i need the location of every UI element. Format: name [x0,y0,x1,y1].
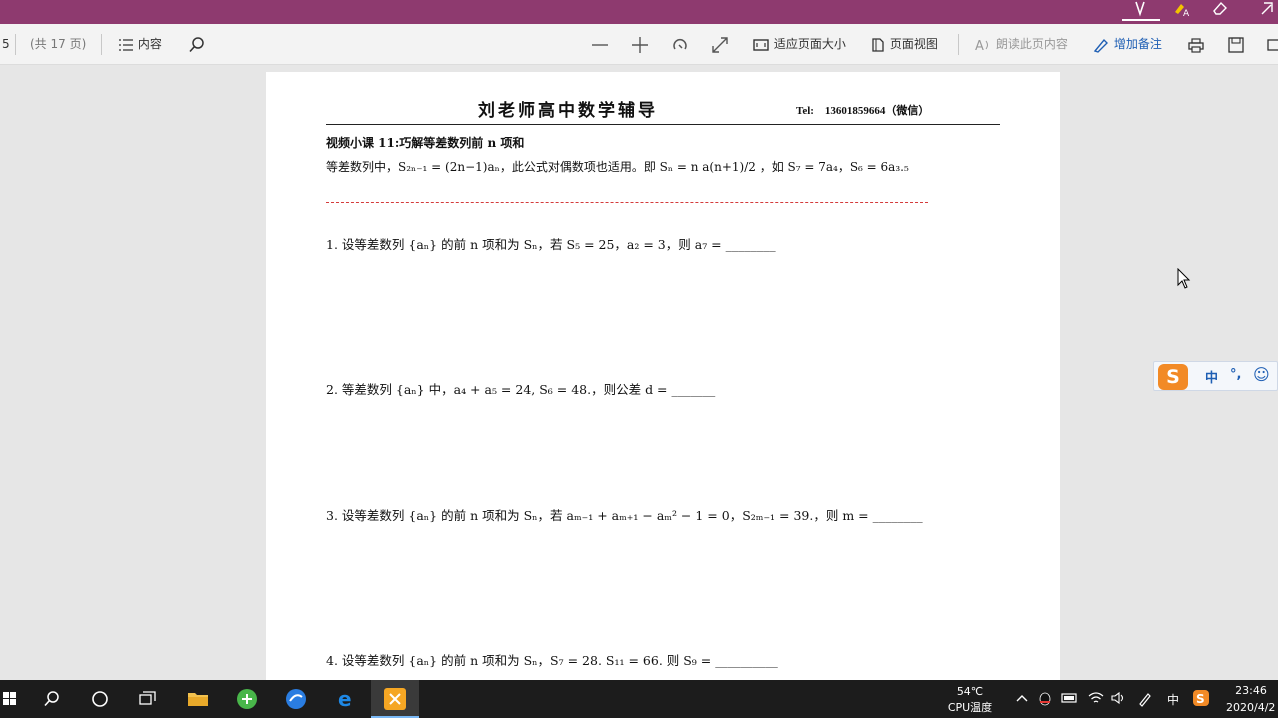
formula-line: 等差数列中，S₂ₙ₋₁ = (2n−1)aₙ，此公式对偶数项也适用。即 Sₙ =… [326,160,909,174]
save-button[interactable] [1227,24,1245,65]
input-language-indicator[interactable]: 中 [1167,691,1179,708]
contents-label: 内容 [137,37,162,51]
task-view-icon[interactable] [124,680,172,718]
svg-text:e: e [338,688,352,710]
zoom-in-button[interactable] [630,24,650,65]
chevron-up-icon[interactable] [1015,691,1029,708]
reader-toolbar: 5 (共 17 页) 内容 适应页面大小 页面视图 A 朗读此页内容 增加备注 [0,24,1278,65]
cortana-icon[interactable] [76,680,124,718]
mouse-cursor-icon [1177,267,1191,294]
list-icon [118,37,134,51]
pen-icon[interactable] [1128,0,1152,20]
svg-text:A: A [975,39,984,53]
document-tel: Tel: 13601859664（微信） [796,105,930,117]
current-page-number[interactable]: 5 [2,24,10,65]
header-rule [326,124,1000,125]
ime-toolbar[interactable]: S 中 °, ☺ [1153,361,1278,391]
ime-punctuation-toggle[interactable]: °, [1230,367,1241,382]
ime-mode-toggle[interactable]: 中 [1205,367,1218,386]
fit-page-label: 适应页面大小 [773,37,846,51]
fullscreen-button[interactable] [710,24,730,65]
clock-time[interactable]: 23:46 [1224,684,1278,698]
page-view-icon [870,37,886,52]
battery-icon[interactable] [1061,691,1079,708]
eraser-icon[interactable] [1208,0,1232,20]
clock-date[interactable]: 2020/4/2 [1226,701,1278,715]
pen-note-icon [1092,37,1110,53]
print-button[interactable] [1187,24,1205,65]
green-app-icon[interactable] [223,680,271,718]
problem-2: 2. 等差数列 {aₙ} 中，a₄ + a₅ = 24, S₆ = 48.，则公… [326,382,716,397]
orange-app-icon[interactable] [371,680,419,718]
more-button[interactable] [1266,24,1278,65]
document-viewport[interactable]: 刘老师高中数学辅导 Tel: 13601859664（微信） 视频小课 11:巧… [0,65,1278,680]
file-explorer-icon[interactable] [174,680,222,718]
sogou-tray-icon[interactable]: S [1192,689,1210,710]
problem-3: 3. 设等差数列 {aₙ} 的前 n 项和为 Sₙ，若 aₘ₋₁ + aₘ₊₁ … [326,508,923,523]
zoom-out-button[interactable] [590,24,610,65]
read-aloud-button[interactable]: A 朗读此页内容 [974,24,1068,65]
plus-icon [630,36,650,53]
edge-icon[interactable]: e [322,680,370,718]
title-bar: A [0,0,1278,24]
minus-icon [590,37,610,51]
sogou-logo-icon[interactable]: S [1158,364,1188,390]
toolbar-divider [958,34,959,55]
fit-page-icon [752,37,770,51]
document-page: 刘老师高中数学辅导 Tel: 13601859664（微信） 视频小课 11:巧… [266,72,1060,680]
blue-app-icon[interactable] [272,680,320,718]
toolbar-divider [15,34,16,55]
lesson-title: 视频小课 11:巧解等差数列前 n 项和 [326,136,525,150]
page-view-button[interactable]: 页面视图 [870,24,938,65]
page-count: (共 17 页) [30,37,87,51]
toolbar-divider [101,34,102,55]
wifi-icon[interactable] [1087,691,1105,708]
cpu-temperature: 54℃ [956,685,984,698]
problem-4: 4. 设等差数列 {aₙ} 的前 n 项和为 Sₙ，S₇ = 28. S₁₁ =… [326,653,778,668]
fit-page-button[interactable]: 适应页面大小 [752,24,846,65]
svg-text:S: S [1196,692,1205,706]
expand-icon [710,36,730,53]
page-view-label: 页面视图 [889,37,938,51]
more-icon [1266,37,1278,51]
contents-button[interactable]: 内容 [118,24,162,65]
rotate-button[interactable] [670,24,690,65]
printer-icon [1187,37,1205,53]
qq-icon[interactable] [1037,691,1053,710]
read-aloud-label: 朗读此页内容 [995,37,1068,51]
dashed-divider [326,202,928,203]
save-icon [1227,36,1245,53]
add-notes-label: 增加备注 [1113,37,1162,51]
highlight-icon[interactable]: A [1170,0,1194,20]
add-notes-button[interactable]: 增加备注 [1092,24,1162,65]
cpu-temperature-label: CPU温度 [947,701,993,714]
search-icon[interactable] [28,680,76,718]
pen-workspace-icon[interactable] [1137,691,1153,710]
read-aloud-icon: A [974,37,992,54]
taskbar: e 54℃ CPU温度 中 S 23:46 2020/4/2 [0,680,1278,718]
document-title: 刘老师高中数学辅导 [478,101,658,121]
volume-icon[interactable] [1110,691,1128,708]
ime-emoji-icon[interactable]: ☺ [1253,365,1270,384]
start-icon[interactable] [0,680,20,718]
search-icon [188,36,206,52]
problem-1: 1. 设等差数列 {aₙ} 的前 n 项和为 Sₙ，若 S₅ = 25，a₂ =… [326,237,776,252]
rotate-icon [670,37,690,51]
search-button[interactable] [188,24,206,65]
share-icon[interactable] [1256,0,1278,20]
svg-text:A: A [1183,9,1190,18]
active-tool-indicator [1122,19,1160,21]
